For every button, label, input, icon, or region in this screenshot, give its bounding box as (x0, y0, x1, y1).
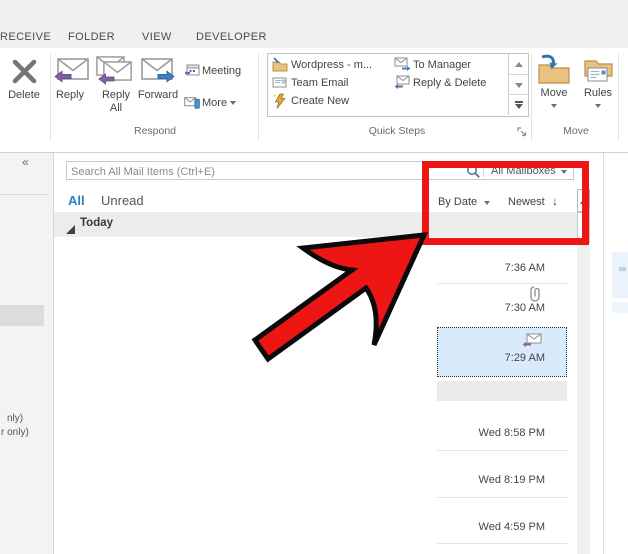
folder-pane (0, 153, 54, 554)
message-row-time[interactable]: Wed 8:19 PM (420, 474, 545, 486)
selected-folder-item[interactable] (0, 305, 44, 326)
collapse-folder-pane-button[interactable]: « (22, 155, 29, 169)
move-group-label: Move (534, 125, 618, 137)
quick-steps-gallery: Wordpress - m... Team Email Create New T… (267, 53, 529, 117)
reply-all-button[interactable]: Reply All (97, 89, 135, 115)
scroll-up-icon (515, 62, 523, 67)
team-email-icon (272, 75, 288, 94)
more-label: More (202, 97, 227, 109)
rules-button[interactable]: Rules (575, 87, 621, 100)
quick-steps-group-label: Quick Steps (327, 125, 467, 137)
reading-pane-divider (603, 153, 604, 554)
quick-step-wordpress[interactable]: Wordpress - m... (291, 59, 372, 71)
rules-caret-icon (595, 104, 601, 108)
filter-all-tab[interactable]: All (68, 193, 85, 208)
row-separator (437, 283, 567, 284)
group-separator (258, 54, 259, 140)
scrollbar-track[interactable] (577, 243, 590, 554)
outlook-window: RECEIVE FOLDER VIEW DEVELOPER Delete Rep… (0, 0, 628, 554)
gallery-more-caret-icon (515, 104, 523, 109)
gallery-more-icon (515, 101, 523, 103)
filter-unread-tab[interactable]: Unread (101, 193, 144, 208)
message-row-time[interactable]: 7:36 AM (420, 262, 545, 274)
move-icon (537, 54, 571, 90)
reply-button[interactable]: Reply (50, 89, 90, 102)
reply-arrow-icon (54, 70, 72, 88)
row-separator (437, 543, 567, 544)
message-row-time[interactable]: 7:29 AM (420, 352, 545, 364)
folder-item-clipped[interactable]: nly) (7, 413, 23, 424)
more-button[interactable]: More (202, 97, 236, 110)
move-caret-icon (551, 104, 557, 108)
replied-indicator-icon (522, 333, 542, 353)
delete-icon (11, 58, 38, 90)
gallery-scroll-down[interactable] (508, 74, 528, 95)
message-row-time[interactable]: 7:30 AM (420, 302, 545, 314)
quick-steps-dialog-launcher[interactable] (517, 124, 527, 142)
tab-developer[interactable]: DEVELOPER (196, 31, 267, 43)
group-collapse-icon (66, 221, 75, 239)
search-input[interactable] (69, 163, 443, 180)
gallery-more-button[interactable] (508, 94, 528, 115)
reading-pane-fragment (612, 252, 628, 298)
more-icon (184, 95, 200, 114)
quick-step-team-email[interactable]: Team Email (291, 77, 348, 89)
quick-step-reply-delete[interactable]: Reply & Delete (413, 77, 486, 89)
forward-arrow-icon (157, 70, 175, 88)
quick-step-create-new[interactable]: Create New (291, 95, 349, 107)
create-new-icon (272, 93, 288, 114)
tab-folder[interactable]: FOLDER (68, 31, 115, 43)
folder-pane-divider (0, 194, 47, 195)
row-separator (437, 450, 567, 451)
reading-pane-fragment (612, 302, 628, 313)
reading-pane-fragment (619, 267, 626, 271)
tab-view[interactable]: VIEW (142, 31, 172, 43)
meeting-icon (184, 63, 200, 82)
forward-button[interactable]: Forward (136, 89, 180, 102)
annotation-highlight-box (422, 161, 589, 245)
to-manager-icon (394, 57, 411, 77)
tab-send-receive[interactable]: RECEIVE (0, 31, 51, 43)
reply-all-arrow-icon (98, 72, 115, 90)
folder-item-clipped[interactable]: r only) (1, 427, 29, 438)
next-group-header-band (437, 381, 567, 401)
move-to-folder-icon (272, 57, 288, 77)
reply-delete-icon (394, 75, 411, 95)
group-header-label: Today (80, 217, 113, 229)
rules-icon (581, 54, 615, 90)
meeting-button[interactable]: Meeting (202, 65, 241, 78)
message-row-time[interactable]: Wed 8:58 PM (420, 427, 545, 439)
respond-group-label: Respond (100, 125, 210, 137)
message-row-time[interactable]: Wed 4:59 PM (420, 521, 545, 533)
gallery-scroll-up[interactable] (508, 54, 528, 74)
delete-button[interactable]: Delete (0, 89, 48, 102)
quick-step-to-manager[interactable]: To Manager (413, 59, 471, 71)
row-separator (437, 497, 567, 498)
dropdown-caret-icon (230, 101, 236, 105)
move-button[interactable]: Move (531, 87, 577, 100)
scroll-down-icon (515, 83, 523, 88)
